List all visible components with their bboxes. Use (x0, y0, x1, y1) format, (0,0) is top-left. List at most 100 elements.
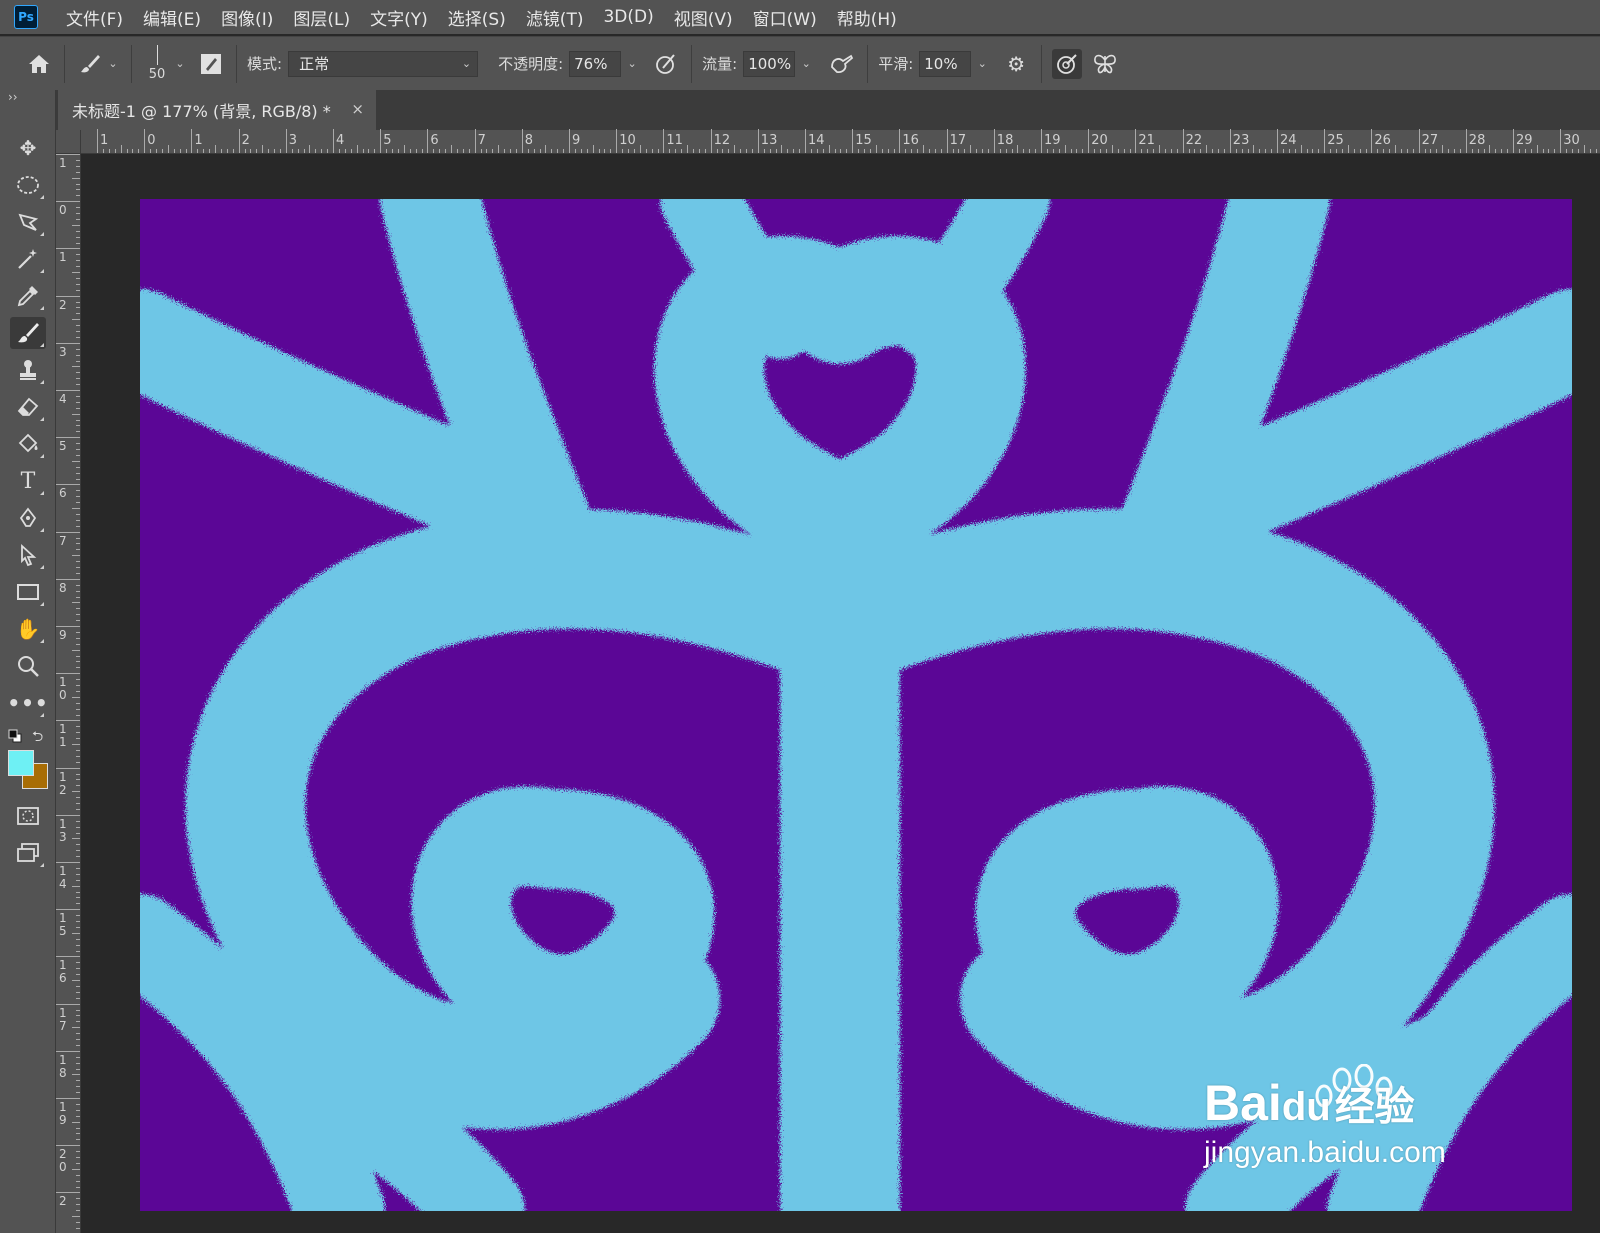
move-icon[interactable]: ✥ (10, 132, 46, 164)
ruler-tick (1442, 145, 1444, 153)
ruler-tick (203, 149, 205, 153)
ruler-tick (76, 283, 80, 285)
menu-layer[interactable]: 图层(L) (293, 5, 350, 30)
ruler-tick (76, 897, 80, 899)
more-tools-icon[interactable]: ••• (7, 687, 48, 719)
menu-filter[interactable]: 滤镜(T) (526, 5, 584, 30)
ruler-tick (504, 149, 506, 153)
chevron-down-icon[interactable]: ⌄ (621, 51, 643, 77)
ruler-tick (268, 149, 270, 153)
ruler-tick (1194, 149, 1196, 153)
ruler-tick (76, 513, 80, 515)
hand-icon[interactable]: ✋ (10, 613, 46, 645)
ruler-tick (76, 820, 80, 822)
ruler-origin[interactable] (56, 130, 81, 154)
airbrush-icon[interactable] (827, 49, 857, 79)
ruler-tick (144, 129, 146, 153)
ruler-tick (76, 1080, 80, 1082)
menu-type[interactable]: 文字(Y) (370, 5, 428, 30)
gear-icon[interactable]: ⚙ (1001, 49, 1031, 79)
ruler-tick (1560, 129, 1562, 153)
quick-mask-icon[interactable] (10, 800, 46, 832)
magic-wand-icon[interactable] (10, 243, 46, 275)
menu-edit[interactable]: 编辑(E) (143, 5, 201, 30)
ruler-tick (72, 838, 80, 840)
ruler-tick (746, 149, 747, 153)
ruler-tick (76, 372, 80, 374)
ruler-tick (56, 342, 80, 344)
paint-bucket-icon[interactable] (10, 428, 46, 460)
brush-icon[interactable] (10, 317, 46, 349)
ruler-tick (56, 390, 80, 391)
menu-3d[interactable]: 3D(D) (603, 7, 653, 27)
ruler-tick (1554, 149, 1556, 153)
ruler-tick (76, 620, 80, 622)
rectangle-icon[interactable] (10, 576, 46, 608)
swap-colors-icon[interactable]: ⮌ (32, 726, 43, 750)
elliptical-marquee-icon[interactable] (10, 169, 46, 201)
document-tab[interactable]: 未标题-1 @ 177% (背景, RGB/8) * × (58, 90, 376, 130)
ruler-tick (76, 631, 80, 633)
pen-icon[interactable] (10, 502, 46, 534)
path-selection-icon[interactable] (10, 539, 46, 571)
type-icon[interactable]: T (10, 465, 46, 497)
ruler-tick (344, 149, 346, 153)
ruler-tick (928, 149, 930, 153)
vertical-ruler[interactable]: 1 0 1 2 3 4 5 6 7 8 9 10 11 12 13 14 15 16 17 18 19 20 2 (56, 154, 81, 1233)
ruler-tick (120, 145, 122, 153)
pressure-opacity-icon[interactable] (651, 49, 681, 79)
ruler-tick (232, 149, 234, 153)
ruler-tick (56, 578, 80, 580)
ruler-tick (76, 903, 80, 905)
menu-select[interactable]: 选择(S) (448, 5, 506, 30)
close-icon[interactable]: × (351, 100, 364, 118)
chevron-down-icon[interactable]: ⌄ (795, 51, 817, 77)
brush-settings-panel-icon[interactable] (196, 49, 226, 79)
eyedropper-icon[interactable] (10, 280, 46, 312)
flow-field[interactable]: 100% (743, 50, 796, 77)
symmetry-butterfly-icon[interactable] (1090, 49, 1120, 79)
ruler-tick (76, 779, 80, 781)
clone-stamp-icon[interactable] (10, 354, 46, 386)
document-canvas[interactable] (140, 199, 1572, 1211)
eraser-icon[interactable] (10, 391, 46, 423)
smoothing-field[interactable]: 10% (919, 50, 972, 77)
pressure-size-icon[interactable] (1052, 48, 1083, 79)
ruler-tick (923, 145, 924, 153)
menu-view[interactable]: 视图(V) (674, 5, 733, 30)
ruler-tick (1518, 149, 1520, 153)
brush-size-picker[interactable]: 50 (142, 45, 172, 82)
menu-file[interactable]: 文件(F) (66, 5, 123, 30)
collapse-panel-icon[interactable]: ›› (8, 90, 18, 104)
chevron-down-icon[interactable]: ⌄ (971, 51, 993, 77)
brush-preset-icon[interactable] (75, 49, 105, 79)
ruler-tick (191, 129, 193, 153)
ruler-tick (76, 856, 80, 858)
ruler-label: 3 (288, 133, 298, 148)
mode-value: 正常 (299, 55, 330, 73)
chevron-down-icon[interactable]: ⌄ (105, 57, 121, 70)
ruler-tick (72, 508, 80, 509)
default-colors-icon[interactable] (8, 728, 22, 743)
ruler-label: 4 (59, 392, 67, 406)
foreground-color-swatch[interactable] (8, 750, 34, 776)
zoom-icon[interactable] (10, 650, 46, 682)
ruler-tick (822, 149, 824, 153)
watermark-brand: Baidu 经验 (1204, 1075, 1415, 1131)
menu-image[interactable]: 图像(I) (221, 5, 273, 30)
menu-help[interactable]: 帮助(H) (837, 5, 897, 30)
mode-dropdown[interactable]: 正常 ⌄ (288, 50, 479, 77)
lasso-icon[interactable] (10, 206, 46, 238)
ruler-tick (76, 561, 80, 563)
horizontal-ruler[interactable]: 1 0 1 2 3 4 5 6 7 8 9 10 11 12 13 14 15 16 17 18 19 20 21 22 23 2… (81, 129, 1600, 154)
home-icon[interactable] (24, 49, 54, 79)
ruler-tick (1454, 149, 1455, 153)
ruler-tick (1465, 129, 1467, 153)
menu-window[interactable]: 窗口(W) (753, 5, 817, 30)
chevron-down-icon[interactable]: ⌄ (172, 57, 188, 70)
ruler-tick (687, 145, 688, 153)
opacity-field[interactable]: 76% (569, 50, 622, 77)
ruler-tick (138, 149, 140, 153)
ruler-tick (76, 974, 80, 976)
screen-mode-icon[interactable] (10, 837, 46, 869)
